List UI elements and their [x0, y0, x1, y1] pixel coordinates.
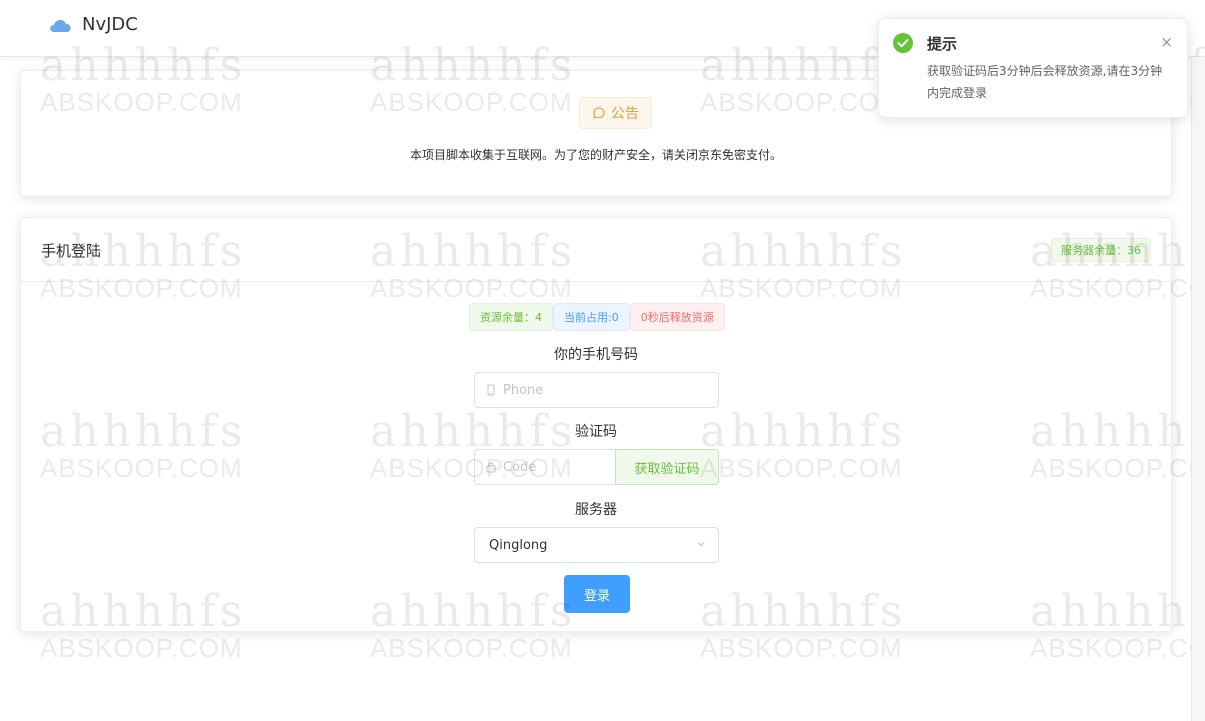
brand[interactable]: NvJDC	[48, 14, 138, 35]
resource-remaining-tag: 资源余量：4	[469, 303, 553, 331]
phone-label: 你的手机号码	[554, 347, 638, 363]
login-title: 手机登陆	[41, 242, 102, 260]
toast-title: 提示	[927, 35, 958, 53]
toast-notification: 提示 获取验证码后3分钟后会释放资源,请在3分钟内完成登录 ×	[878, 18, 1188, 118]
close-icon[interactable]: ×	[1160, 33, 1173, 51]
chevron-down-icon	[697, 542, 705, 547]
phone-field[interactable]: Phone	[474, 372, 719, 408]
login-card-header: 手机登陆 服务器余量：36	[21, 218, 1171, 282]
release-timer-tag: 0秒后释放资源	[629, 303, 725, 331]
code-field[interactable]: Code	[474, 449, 616, 485]
app-name: NvJDC	[82, 14, 138, 35]
chat-bubble-icon	[593, 107, 605, 120]
server-select-value: Qinglong	[489, 537, 548, 553]
get-code-button[interactable]: 获取验证码	[615, 449, 719, 485]
server-remaining-badge: 服务器余量：36	[1051, 238, 1151, 262]
login-card: 手机登陆 服务器余量：36 资源余量：4 当前占用:0 0秒后释放资源 你的手机…	[20, 217, 1172, 632]
success-check-icon	[893, 33, 913, 53]
page-scrollbar[interactable]	[1191, 57, 1205, 721]
resource-tags: 资源余量：4 当前占用:0 0秒后释放资源	[469, 303, 725, 331]
lock-icon	[486, 462, 496, 473]
notice-tag-label: 公告	[611, 106, 639, 122]
cloud-icon	[50, 19, 71, 32]
current-used-tag: 当前占用:0	[553, 303, 630, 331]
server-select[interactable]: Qinglong	[474, 527, 719, 563]
notice-text: 本项目脚本收集于互联网。为了您的财产安全，请关闭京东免密支付。	[409, 148, 782, 162]
toast-message: 获取验证码后3分钟后会释放资源,请在3分钟内完成登录	[927, 64, 1163, 100]
login-button[interactable]: 登录	[564, 575, 630, 613]
code-label: 验证码	[575, 424, 617, 440]
notice-tag: 公告	[579, 97, 652, 129]
phone-icon	[487, 384, 495, 396]
code-placeholder: Code	[503, 459, 537, 475]
server-label: 服务器	[575, 502, 617, 518]
phone-placeholder: Phone	[503, 382, 544, 398]
